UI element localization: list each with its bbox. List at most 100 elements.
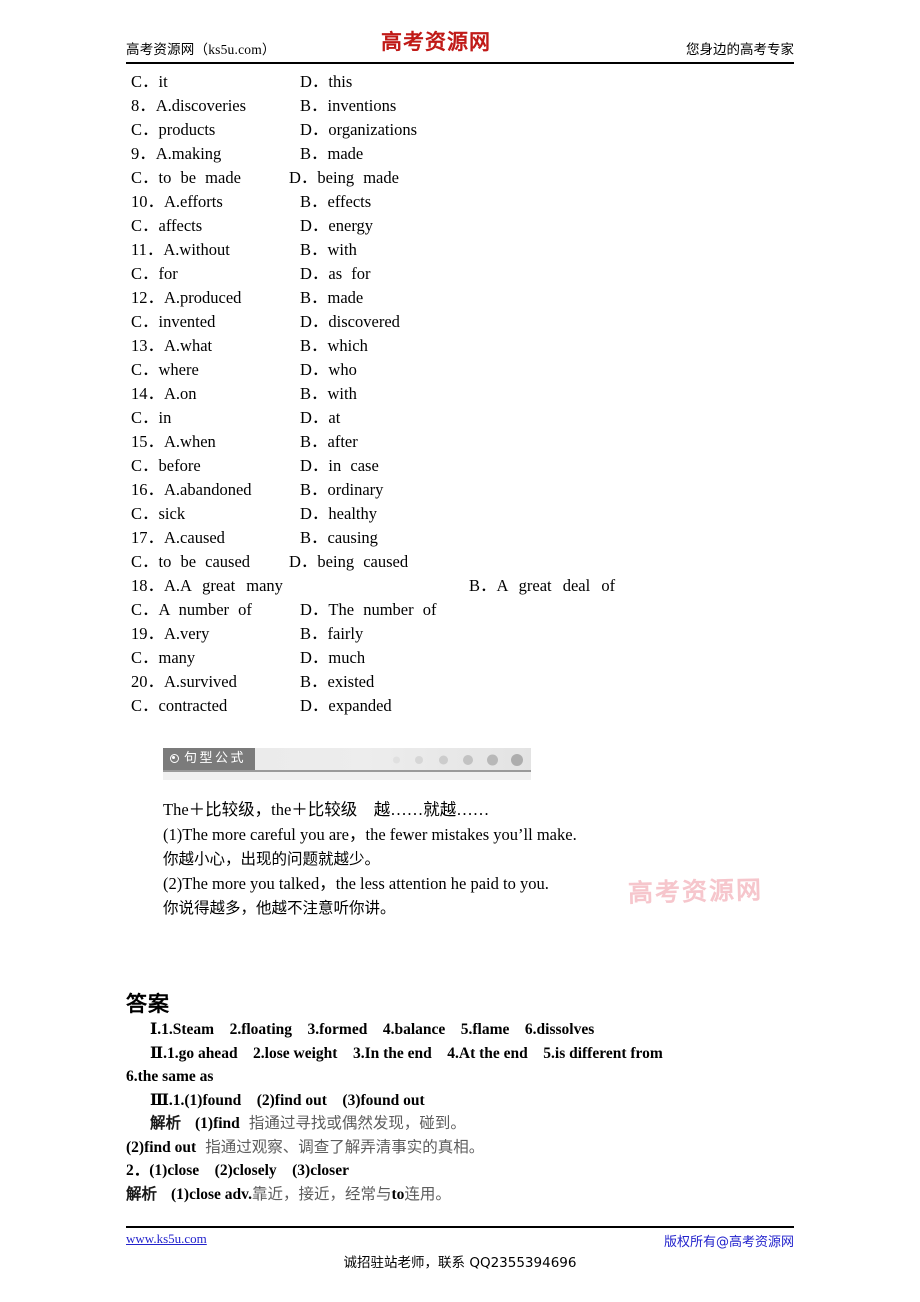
option-choice-right[interactable]: B．made	[300, 142, 363, 166]
option-choice-left[interactable]: 13．A.what	[131, 334, 212, 358]
option-choice-left[interactable]: 15．A.when	[131, 430, 216, 454]
option-choice-right[interactable]: B．which	[300, 334, 368, 358]
option-choice-right[interactable]: B．A great deal of	[469, 574, 615, 598]
option-choice-right[interactable]: D．discovered	[300, 310, 400, 334]
option-choice-right[interactable]: D．at	[300, 406, 340, 430]
option-choice-right[interactable]: D．The number of	[300, 598, 436, 622]
option-row: 13．A.what B．which	[131, 334, 799, 358]
option-choice-left[interactable]: C．to be caused	[131, 550, 250, 574]
option-choice-right[interactable]: D．who	[300, 358, 357, 382]
option-choice-left[interactable]: 12．A.produced	[131, 286, 241, 310]
option-choice-left[interactable]: 10．A.efforts	[131, 190, 223, 214]
option-choice-right[interactable]: D．being caused	[289, 550, 408, 574]
option-choice-left[interactable]: 9．A.making	[131, 142, 221, 166]
option-choice-right[interactable]: D．energy	[300, 214, 373, 238]
option-choice-right[interactable]: D．expanded	[300, 694, 392, 718]
option-row: 20．A.survived B．existed	[131, 670, 799, 694]
option-choice-right[interactable]: D．this	[300, 70, 352, 94]
option-choice-left[interactable]: C．where	[131, 358, 199, 382]
option-choice-right[interactable]: D．much	[300, 646, 365, 670]
footer-copyright: 版权所有@高考资源网	[663, 1235, 794, 1250]
answer-note-1-text: 指通过寻找或偶然发现，碰到。	[248, 1114, 466, 1132]
banner-dot-2	[415, 756, 423, 764]
option-choice-left[interactable]: 17．A.caused	[131, 526, 225, 550]
option-choice-right[interactable]: B．with	[300, 382, 357, 406]
banner-dot-3	[439, 755, 448, 765]
option-choice-right[interactable]: D．in case	[300, 454, 379, 478]
option-choice-right[interactable]: B．after	[300, 430, 358, 454]
option-row: 18．A.A great many B．A great deal of	[131, 574, 799, 598]
option-row: C．products D．organizations	[131, 118, 799, 142]
option-choice-right[interactable]: B．existed	[300, 670, 374, 694]
answer-note-3-text-a: 靠近，接近，经常与	[251, 1184, 392, 1203]
option-choice-right[interactable]: D．being made	[289, 166, 399, 190]
option-row: 15．A.when B．after	[131, 430, 799, 454]
option-row: 10．A.efforts B．effects	[131, 190, 799, 214]
option-choice-left[interactable]: 18．A.A great many	[131, 574, 283, 598]
option-choice-right[interactable]: B．with	[300, 238, 357, 262]
option-choice-right[interactable]: B．inventions	[300, 94, 396, 118]
option-choice-left[interactable]: 16．A.abandoned	[131, 478, 252, 502]
target-circle-icon	[170, 754, 179, 763]
answer-note-2: (2)find out 指通过观察、调查了解弄清事实的真相。	[126, 1136, 798, 1160]
option-row: C．invented D．discovered	[131, 310, 799, 334]
option-choice-left[interactable]: C．contracted	[131, 694, 227, 718]
option-choice-left[interactable]: C．it	[131, 70, 168, 94]
formula-example-1-cn: 你越小心，出现的问题就越少。	[163, 850, 381, 868]
header-site-name: 高考资源网（ks5u.com）	[126, 42, 276, 57]
footer-url-link[interactable]: www.ks5u.com	[126, 1231, 207, 1247]
footer-divider	[126, 1226, 794, 1228]
banner-dot-4	[463, 755, 473, 765]
option-choice-right[interactable]: D．healthy	[300, 502, 377, 526]
option-row: 12．A.produced B．made	[131, 286, 799, 310]
option-choice-left[interactable]: 8．A.discoveries	[131, 94, 246, 118]
option-choice-right[interactable]: B．fairly	[300, 622, 363, 646]
option-choice-right[interactable]: B．effects	[300, 190, 371, 214]
option-row: 19．A.very B．fairly	[131, 622, 799, 646]
option-row: C．in D．at	[131, 406, 799, 430]
option-choice-left[interactable]: 20．A.survived	[131, 670, 237, 694]
option-choice-left[interactable]: C．before	[131, 454, 201, 478]
option-choice-left[interactable]: 11．A.without	[131, 238, 230, 262]
option-choice-left[interactable]: 19．A.very	[131, 622, 209, 646]
option-choice-left[interactable]: C．A number of	[131, 598, 252, 622]
option-choice-left[interactable]: C．products	[131, 118, 215, 142]
answer-note-3: 解析 (1)close adv.靠近，接近，经常与to连用。	[126, 1183, 798, 1207]
option-choice-left[interactable]: C．sick	[131, 502, 185, 526]
answer-note-1: 解析 (1)find 指通过寻找或偶然发现，碰到。	[126, 1112, 798, 1136]
answers-heading: 答案	[126, 992, 170, 1016]
banner-dot-1	[393, 756, 400, 764]
option-row: 14．A.on B．with	[131, 382, 799, 406]
page-watermark: 高考资源网	[627, 875, 764, 908]
option-row: C．for D．as for	[131, 262, 799, 286]
option-choice-left[interactable]: C．many	[131, 646, 195, 670]
answer-note-1-label: 解析	[150, 1114, 182, 1132]
answers-block: Ⅰ.1.Steam 2.floating 3.formed 4.balance …	[126, 1018, 798, 1206]
option-row: C．where D．who	[131, 358, 799, 382]
answer-item-2: 2．(1)close (2)closely (3)closer	[126, 1162, 349, 1179]
option-row: C．contracted D．expanded	[131, 694, 799, 718]
page-header: 高考资源网（ks5u.com） 高考资源网 您身边的高考专家	[126, 30, 794, 66]
option-choice-left[interactable]: C．affects	[131, 214, 202, 238]
option-choice-right[interactable]: B．ordinary	[300, 478, 383, 502]
option-choice-left[interactable]: C．to be made	[131, 166, 241, 190]
option-row: 11．A.without B．with	[131, 238, 799, 262]
answer-note-3-text-b: 连用。	[404, 1184, 451, 1203]
options-list: C．it D．this 8．A.discoveries B．inventions C．p…	[131, 70, 799, 718]
answer-section-2: Ⅱ.1.go ahead 2.lose weight 3.In the end …	[126, 1042, 798, 1066]
option-choice-right[interactable]: B．made	[300, 286, 363, 310]
option-choice-left[interactable]: C．in	[131, 406, 171, 430]
option-choice-left[interactable]: 14．A.on	[131, 382, 197, 406]
option-row: C．before D．in case	[131, 454, 799, 478]
banner-dot-6	[511, 754, 523, 766]
option-choice-right[interactable]: B．causing	[300, 526, 378, 550]
option-row: C．A number of D．The number of	[131, 598, 799, 622]
option-choice-left[interactable]: C．invented	[131, 310, 215, 334]
section-banner-label: 句型公式	[184, 751, 247, 766]
answer-note-3-keyword: (1)close adv.	[171, 1185, 252, 1203]
option-choice-left[interactable]: C．for	[131, 262, 178, 286]
header-divider	[126, 62, 794, 64]
option-choice-right[interactable]: D．organizations	[300, 118, 417, 142]
option-row: C．it D．this	[131, 70, 799, 94]
option-choice-right[interactable]: D．as for	[300, 262, 371, 286]
